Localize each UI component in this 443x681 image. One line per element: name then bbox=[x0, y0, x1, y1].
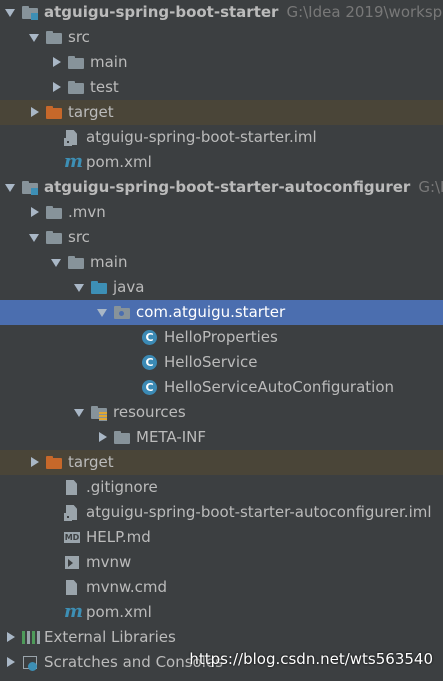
tree-row-gitignore[interactable]: .gitignore bbox=[0, 475, 443, 500]
tree-row-class[interactable]: HelloServiceAutoConfiguration bbox=[0, 375, 443, 400]
file-icon bbox=[64, 575, 80, 600]
folder-label: META-INF bbox=[136, 428, 207, 446]
tree-row-external-libraries[interactable]: External Libraries bbox=[0, 625, 443, 650]
chevron-right-icon[interactable] bbox=[50, 50, 62, 75]
file-label: HELP.md bbox=[86, 528, 151, 546]
folder-label: main bbox=[90, 53, 128, 71]
folder-icon bbox=[46, 200, 62, 225]
tree-row-main[interactable]: main bbox=[0, 250, 443, 275]
tree-row-src[interactable]: src bbox=[0, 25, 443, 50]
tree-row-metainf[interactable]: META-INF bbox=[0, 425, 443, 450]
executable-icon bbox=[64, 550, 80, 575]
file-label: .gitignore bbox=[86, 478, 158, 496]
file-label: mvnw.cmd bbox=[86, 578, 168, 596]
file-label: atguigu-spring-boot-starter-autoconfigur… bbox=[86, 503, 432, 521]
folder-icon bbox=[46, 25, 62, 50]
chevron-right-icon[interactable] bbox=[4, 625, 16, 650]
tree-row-project2[interactable]: atguigu-spring-boot-starter-autoconfigur… bbox=[0, 175, 443, 200]
folder-label: src bbox=[68, 28, 90, 46]
resources-folder-icon bbox=[91, 400, 107, 425]
chevron-down-icon[interactable] bbox=[50, 250, 62, 275]
folder-label: target bbox=[68, 453, 114, 471]
iml-file-icon bbox=[64, 125, 80, 150]
iml-file-icon bbox=[64, 500, 80, 525]
maven-icon bbox=[64, 150, 83, 175]
chevron-down-icon[interactable] bbox=[28, 25, 40, 50]
tree-row-iml[interactable]: atguigu-spring-boot-starter-autoconfigur… bbox=[0, 500, 443, 525]
chevron-down-icon[interactable] bbox=[4, 0, 16, 25]
tree-row-project1[interactable]: atguigu-spring-boot-starter G:\Idea 2019\… bbox=[0, 0, 443, 25]
chevron-right-icon[interactable] bbox=[96, 425, 108, 450]
chevron-right-icon[interactable] bbox=[28, 100, 40, 125]
file-label: atguigu-spring-boot-starter.iml bbox=[86, 128, 317, 146]
tree-row-pom[interactable]: pom.xml bbox=[0, 150, 443, 175]
folder-icon bbox=[68, 250, 84, 275]
folder-label: main bbox=[90, 253, 128, 271]
tree-row-target[interactable]: target bbox=[0, 100, 443, 125]
folder-label: src bbox=[68, 228, 90, 246]
tree-row-mvn[interactable]: .mvn bbox=[0, 200, 443, 225]
class-label: HelloServiceAutoConfiguration bbox=[164, 378, 395, 396]
class-icon bbox=[142, 325, 158, 350]
tree-row-main[interactable]: main bbox=[0, 50, 443, 75]
chevron-right-icon[interactable] bbox=[28, 450, 40, 475]
source-folder-icon bbox=[91, 275, 107, 300]
class-icon bbox=[142, 350, 158, 375]
module-folder-icon bbox=[22, 175, 38, 200]
tree-row-src[interactable]: src bbox=[0, 225, 443, 250]
library-icon bbox=[22, 625, 40, 650]
class-label: HelloService bbox=[164, 353, 258, 371]
chevron-right-icon[interactable] bbox=[4, 650, 16, 675]
maven-icon bbox=[64, 600, 83, 625]
folder-label: resources bbox=[113, 403, 186, 421]
package-label: com.atguigu.starter bbox=[136, 303, 286, 321]
tree-row-resources[interactable]: resources bbox=[0, 400, 443, 425]
folder-icon bbox=[68, 50, 84, 75]
excluded-folder-icon bbox=[46, 450, 62, 475]
package-icon bbox=[114, 300, 130, 325]
item-label: External Libraries bbox=[44, 628, 176, 646]
project-path: G:\Idea 2019\workspac bbox=[286, 3, 443, 21]
scratches-icon bbox=[22, 650, 38, 675]
tree-row-target[interactable]: target bbox=[0, 450, 443, 475]
folder-label: .mvn bbox=[68, 203, 106, 221]
tree-row-class[interactable]: HelloProperties bbox=[0, 325, 443, 350]
folder-label: target bbox=[68, 103, 114, 121]
folder-label: test bbox=[90, 78, 119, 96]
folder-icon bbox=[46, 225, 62, 250]
folder-icon bbox=[68, 75, 84, 100]
tree-row-java[interactable]: java bbox=[0, 275, 443, 300]
file-icon bbox=[64, 475, 80, 500]
chevron-down-icon[interactable] bbox=[96, 300, 108, 325]
chevron-down-icon[interactable] bbox=[28, 225, 40, 250]
chevron-down-icon[interactable] bbox=[73, 400, 85, 425]
chevron-down-icon[interactable] bbox=[73, 275, 85, 300]
markdown-icon bbox=[64, 525, 80, 550]
file-label: pom.xml bbox=[86, 153, 152, 171]
tree-row-helpmd[interactable]: HELP.md bbox=[0, 525, 443, 550]
project-name: atguigu-spring-boot-starter bbox=[44, 3, 279, 21]
excluded-folder-icon bbox=[46, 100, 62, 125]
tree-row-test[interactable]: test bbox=[0, 75, 443, 100]
project-name: atguigu-spring-boot-starter-autoconfigur… bbox=[44, 178, 411, 196]
tree-row-pom[interactable]: pom.xml bbox=[0, 600, 443, 625]
project-path: G:\Ide bbox=[418, 178, 443, 196]
file-label: mvnw bbox=[86, 553, 132, 571]
tree-row-mvnw[interactable]: mvnw bbox=[0, 550, 443, 575]
tree-row-mvnwcmd[interactable]: mvnw.cmd bbox=[0, 575, 443, 600]
project-tree: atguigu-spring-boot-starter G:\Idea 2019\… bbox=[0, 0, 443, 675]
chevron-right-icon[interactable] bbox=[28, 200, 40, 225]
module-folder-icon bbox=[22, 0, 38, 25]
folder-label: java bbox=[113, 278, 145, 296]
tree-row-iml[interactable]: atguigu-spring-boot-starter.iml bbox=[0, 125, 443, 150]
class-icon bbox=[142, 375, 158, 400]
class-label: HelloProperties bbox=[164, 328, 278, 346]
file-label: pom.xml bbox=[86, 603, 152, 621]
folder-icon bbox=[114, 425, 130, 450]
tree-row-class[interactable]: HelloService bbox=[0, 350, 443, 375]
tree-row-package[interactable]: com.atguigu.starter bbox=[0, 300, 443, 325]
watermark: https://blog.csdn.net/wts563540 bbox=[189, 650, 433, 668]
chevron-right-icon[interactable] bbox=[50, 75, 62, 100]
chevron-down-icon[interactable] bbox=[4, 175, 16, 200]
